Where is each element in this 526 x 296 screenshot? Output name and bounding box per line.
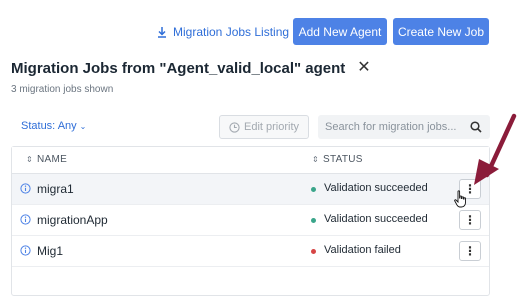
job-status: Validation succeeded bbox=[324, 213, 428, 225]
sort-icon: ⇕ bbox=[312, 154, 320, 164]
hand-pointer-icon bbox=[454, 190, 466, 208]
page-title: Migration Jobs from "Agent_valid_local" … bbox=[11, 59, 346, 77]
edit-priority-label: Edit priority bbox=[243, 121, 300, 133]
column-header-name[interactable]: ⇕ NAME bbox=[26, 154, 67, 165]
column-header-status-label: STATUS bbox=[323, 154, 363, 165]
info-icon[interactable] bbox=[20, 245, 31, 256]
status-filter-dropdown[interactable]: Status: Any ⌄ bbox=[21, 120, 86, 132]
edit-priority-button[interactable]: Edit priority bbox=[219, 115, 309, 139]
add-new-agent-button[interactable]: Add New Agent bbox=[293, 18, 387, 45]
kebab-menu-icon[interactable]: ⋮ bbox=[459, 210, 481, 230]
table-row[interactable]: migra1 Validation succeeded ⋮ bbox=[12, 174, 489, 205]
table-row[interactable]: Mig1 Validation failed ⋮ bbox=[12, 236, 489, 267]
page-header: Migration Jobs from "Agent_valid_local" … bbox=[11, 58, 371, 78]
job-name[interactable]: migra1 bbox=[37, 182, 74, 196]
job-name[interactable]: Mig1 bbox=[37, 244, 63, 258]
table-row[interactable]: migrationApp Validation succeeded ⋮ bbox=[12, 205, 489, 236]
arrow-icon bbox=[474, 113, 517, 185]
download-icon bbox=[158, 26, 166, 38]
status-dot bbox=[311, 187, 316, 192]
info-icon[interactable] bbox=[20, 183, 31, 194]
migration-jobs-listing-link[interactable]: Migration Jobs Listing bbox=[157, 23, 289, 41]
job-name[interactable]: migrationApp bbox=[37, 213, 108, 227]
search-input[interactable] bbox=[318, 120, 466, 134]
sort-icon: ⇕ bbox=[26, 154, 34, 164]
kebab-menu-icon[interactable]: ⋮ bbox=[459, 241, 481, 261]
status-filter-label: Status: Any bbox=[21, 120, 77, 132]
clock-icon bbox=[229, 121, 240, 133]
close-icon[interactable]: ✕ bbox=[357, 60, 370, 76]
migration-jobs-table: ⇕ NAME ⇕ STATUS migra1 Validation succee… bbox=[11, 146, 490, 296]
job-status: Validation failed bbox=[324, 244, 401, 256]
table-header: ⇕ NAME ⇕ STATUS bbox=[12, 147, 489, 174]
info-icon[interactable] bbox=[20, 214, 31, 225]
jobs-count-text: 3 migration jobs shown bbox=[11, 84, 114, 95]
column-header-status[interactable]: ⇕ STATUS bbox=[312, 154, 363, 165]
job-status: Validation succeeded bbox=[324, 182, 428, 194]
chevron-down-icon: ⌄ bbox=[79, 121, 87, 131]
column-header-name-label: NAME bbox=[37, 154, 68, 165]
status-dot bbox=[311, 249, 316, 254]
search-container bbox=[318, 115, 490, 139]
create-new-job-button[interactable]: Create New Job bbox=[393, 18, 489, 45]
status-dot bbox=[311, 218, 316, 223]
migration-jobs-listing-label: Migration Jobs Listing bbox=[173, 25, 290, 39]
